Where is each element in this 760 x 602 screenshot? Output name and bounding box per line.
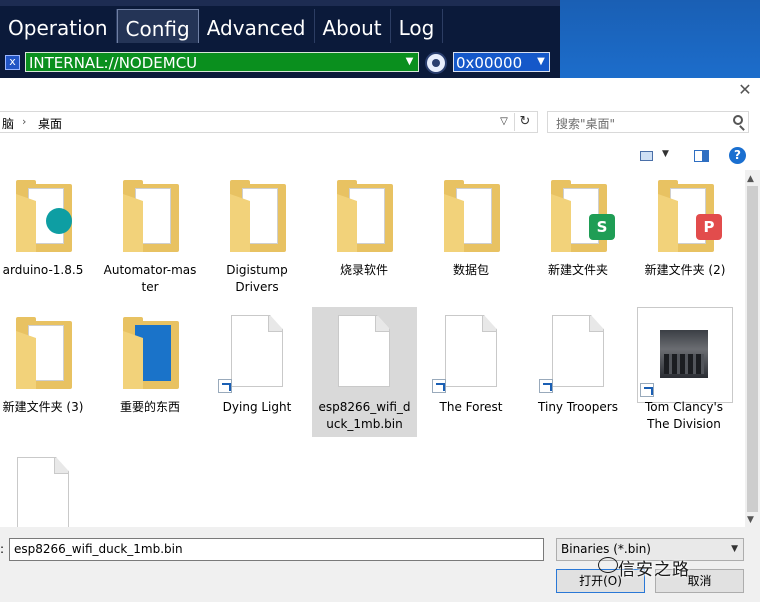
view-mode-icon[interactable] <box>640 151 653 161</box>
gear-icon[interactable] <box>425 52 447 74</box>
chevron-down-icon[interactable]: ▼ <box>533 53 549 71</box>
list-item[interactable]: Tiny Troopers <box>529 307 627 437</box>
config-row: x INTERNAL://NODEMCU ▼ 0x00000 ▼ <box>0 48 560 76</box>
item-label: Digistump Drivers <box>226 263 288 294</box>
list-item[interactable]: 数据包 <box>422 170 520 300</box>
chevron-right-icon: › <box>22 115 27 128</box>
list-item[interactable]: Tom Clancy's The Division <box>629 307 739 437</box>
list-item[interactable]: S 新建文件夹 <box>529 170 627 300</box>
file-icon <box>445 315 497 387</box>
list-item[interactable]: 烧录软件 <box>315 170 413 300</box>
folder-icon <box>123 317 179 389</box>
item-label: Tiny Troopers <box>538 400 618 414</box>
wechat-icon <box>598 557 618 573</box>
file-dialog: ✕ 脑 › 桌面 ▽ ↻ 搜索"桌面" ▼ ? arduino-1.8.5 Au… <box>0 78 760 602</box>
shortcut-arrow-icon <box>640 383 654 397</box>
breadcrumb-desktop[interactable]: 桌面 <box>38 115 62 132</box>
folder-icon <box>16 180 72 252</box>
app-tab-bar: Operation Config Advanced About Log <box>0 9 444 47</box>
item-label: Dying Light <box>222 400 292 414</box>
chevron-down-icon[interactable]: ▼ <box>401 53 418 71</box>
search-placeholder: 搜索"桌面" <box>556 117 616 131</box>
shortcut-arrow-icon <box>432 379 446 393</box>
file-list: arduino-1.8.5 Automator-mas ter Digistum… <box>0 170 745 527</box>
folder-icon: S <box>551 180 615 252</box>
refresh-icon[interactable]: ↻ <box>514 113 535 131</box>
chevron-up-icon[interactable]: ▲ <box>747 174 754 184</box>
list-item[interactable]: 新建文件夹 (3) <box>0 307 92 437</box>
watermark-text: 信安之路 <box>618 560 690 580</box>
list-item-selected[interactable]: esp8266_wifi_d uck_1mb.bin <box>312 307 417 437</box>
folder-icon <box>337 180 393 252</box>
port-select[interactable]: INTERNAL://NODEMCU <box>25 52 419 72</box>
dialog-footer: : esp8266_wifi_duck_1mb.bin Binaries (*.… <box>0 527 760 602</box>
list-item[interactable]: Dying Light <box>208 307 306 437</box>
address-bar[interactable]: 脑 › 桌面 ▽ ↻ <box>0 111 538 133</box>
item-label: arduino-1.8.5 <box>2 263 84 277</box>
breadcrumb-computer[interactable]: 脑 <box>2 115 14 132</box>
item-label: 新建文件夹 <box>547 263 608 277</box>
folder-icon <box>123 180 179 252</box>
chevron-down-icon[interactable]: ▼ <box>747 515 754 525</box>
remove-row-button[interactable]: x <box>5 55 20 70</box>
tab-advanced[interactable]: Advanced <box>198 9 315 43</box>
search-icon[interactable] <box>733 115 743 125</box>
shortcut-arrow-icon <box>218 379 232 393</box>
arduino-icon <box>46 208 72 234</box>
scrollbar-thumb[interactable] <box>747 186 758 512</box>
item-label: 烧录软件 <box>339 263 388 277</box>
item-label: 新建文件夹 (3) <box>2 400 84 414</box>
file-icon <box>17 457 69 527</box>
chevron-down-icon: ▼ <box>731 544 738 554</box>
list-item[interactable]: Digistump Drivers <box>208 170 306 300</box>
tab-config[interactable]: Config <box>116 9 199 43</box>
list-item[interactable]: arduino-1.8.5 <box>0 170 92 300</box>
item-label: 重要的东西 <box>119 400 180 414</box>
item-label: 数据包 <box>452 263 489 277</box>
folder-icon <box>444 180 500 252</box>
chevron-down-icon[interactable]: ▽ <box>496 114 512 130</box>
file-icon <box>231 315 283 387</box>
tab-operation[interactable]: Operation <box>0 9 117 43</box>
folder-icon: P <box>658 180 722 252</box>
tab-log[interactable]: Log <box>390 9 444 43</box>
list-item[interactable]: Automator-mas ter <box>101 170 199 300</box>
list-item[interactable]: P 新建文件夹 (2) <box>636 170 734 300</box>
filename-field[interactable]: esp8266_wifi_duck_1mb.bin <box>9 538 544 561</box>
help-icon[interactable]: ? <box>729 147 746 164</box>
filename-label: : <box>0 542 5 556</box>
list-item[interactable]: The Forest <box>422 307 520 437</box>
chevron-down-icon[interactable]: ▼ <box>662 149 669 159</box>
close-icon[interactable]: ✕ <box>738 82 752 98</box>
list-item[interactable]: 重要的东西 <box>101 307 199 437</box>
item-label: 新建文件夹 (2) <box>644 263 726 277</box>
folder-icon <box>16 317 72 389</box>
watermark: 信安之路 <box>598 555 690 580</box>
folder-icon <box>230 180 286 252</box>
item-label: The Forest <box>439 400 503 414</box>
filetype-value: Binaries (*.bin) <box>561 542 651 556</box>
item-label: esp8266_wifi_d uck_1mb.bin <box>318 400 411 431</box>
presentation-icon: P <box>696 214 722 240</box>
item-label: Automator-mas ter <box>103 263 197 294</box>
vertical-scrollbar[interactable]: ▲ ▼ <box>745 170 760 527</box>
list-item[interactable] <box>0 449 92 527</box>
file-icon <box>552 315 604 387</box>
file-icon <box>338 315 390 387</box>
tab-about[interactable]: About <box>314 9 391 43</box>
item-label: Tom Clancy's The Division <box>644 400 724 431</box>
spreadsheet-icon: S <box>589 214 615 240</box>
shortcut-arrow-icon <box>539 379 553 393</box>
search-input[interactable]: 搜索"桌面" <box>547 111 749 133</box>
desktop-background <box>560 0 760 78</box>
preview-pane-icon[interactable] <box>694 150 709 162</box>
